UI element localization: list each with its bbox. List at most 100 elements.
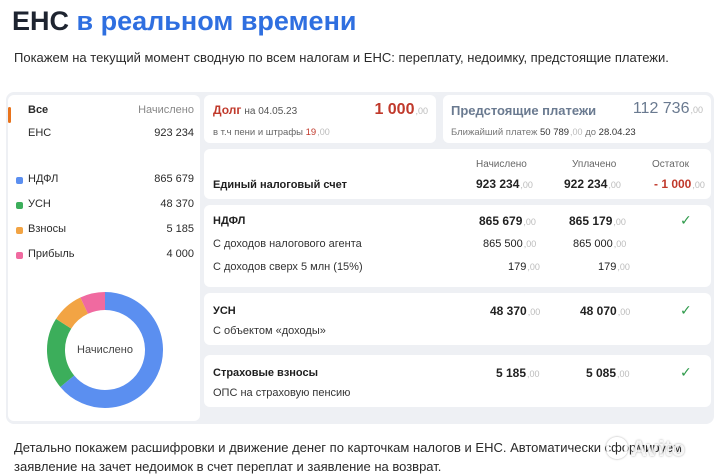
sidebar-item-usn[interactable]: УСН 48 370: [8, 194, 200, 216]
tax-paid: 865 179,00: [569, 214, 626, 228]
tax-paid-value: 48 070: [580, 304, 617, 318]
tax-card-usn[interactable]: УСН 48 370,00 48 070,00 ✓ С объектом «до…: [204, 293, 711, 345]
tax-line-accrued-cents: ,00: [523, 239, 537, 249]
upcoming-next-value: 50 789: [539, 127, 570, 138]
tax-card-insurance[interactable]: Страховые взносы 5 185,00 5 085,00 ✓ ОПС…: [204, 355, 711, 407]
sidebar-item-vznosy[interactable]: Взносы 5 185: [8, 219, 200, 241]
upcoming-amount-value: 112 736: [632, 100, 690, 117]
tax-paid-cents: ,00: [613, 217, 626, 227]
sidebar-item-pribyl[interactable]: Прибыль 4 000: [8, 244, 200, 266]
debt-penalties-value: 19: [305, 127, 317, 138]
debt-amount-value: 1 000: [374, 101, 415, 118]
tax-line-accrued: 179,00: [508, 261, 540, 273]
tax-accrued-value: 5 185: [496, 366, 527, 380]
upcoming-next-payment: Ближайший платеж 50 789,00 до 28.04.23: [451, 127, 636, 138]
tax-line-label: ОПС на страховую пенсию: [213, 387, 351, 399]
tax-line-paid: 865 000,00: [573, 238, 626, 250]
upcoming-title: Предстоящие платежи: [451, 103, 597, 118]
upcoming-payments-card[interactable]: Предстоящие платежи 112 736,00 Ближайший…: [443, 95, 711, 143]
debt-date: на 04.05.23: [244, 106, 297, 117]
debt-amount: 1 000,00: [374, 101, 428, 119]
donut-slice-vznosy[interactable]: [56, 297, 89, 329]
page-title-ens: ЕНС: [12, 6, 70, 36]
tax-accrued-value: 865 679: [479, 214, 523, 228]
column-header-paid: Уплачено: [572, 159, 617, 170]
paid-check-icon: ✓: [680, 364, 692, 380]
tax-paid-cents: ,00: [617, 369, 630, 379]
tax-accrued: 48 370,00: [490, 304, 540, 318]
sidebar-column-header: Начислено: [138, 104, 194, 116]
sidebar-item-label: Взносы: [28, 223, 66, 235]
upcoming-next-label: Ближайший платеж: [451, 127, 538, 138]
tax-paid-value: 865 179: [569, 214, 613, 228]
avito-watermark: Avito: [606, 436, 685, 462]
tax-paid: 5 085,00: [586, 366, 630, 380]
avito-logo-icon: [606, 437, 628, 459]
tax-line-accrued-value: 865 500: [483, 238, 523, 250]
sidebar-item-value: 865 679: [154, 173, 194, 185]
sidebar-item-label: Прибыль: [28, 248, 75, 260]
tax-sidebar: Все Начислено ЕНС 923 234 НДФЛ 865 679 У…: [8, 95, 200, 421]
ens-account-card[interactable]: Начислено Уплачено Остаток Единый налого…: [204, 149, 711, 199]
tax-line-paid-cents: ,00: [617, 262, 630, 272]
sidebar-item-label: Все: [28, 104, 49, 116]
ens-balance-value: - 1 000: [654, 177, 692, 191]
upcoming-amount-cents: ,00: [690, 105, 703, 115]
debt-penalties-label: в т.ч пени и штрафы: [213, 127, 303, 138]
debt-date-prefix: на: [244, 106, 256, 117]
sidebar-item-value: 923 234: [154, 127, 194, 139]
sidebar-item-value: 48 370: [160, 198, 194, 210]
page-title-realtime: в реальном времени: [76, 6, 357, 36]
ens-accrued-value: 923 234: [476, 177, 520, 191]
tax-line-accrued-value: 179: [508, 261, 527, 273]
tax-line-label: С объектом «доходы»: [213, 325, 326, 337]
tax-accrued-cents: ,00: [527, 307, 541, 317]
tax-line-paid: 179,00: [598, 261, 630, 273]
column-header-accrued: Начислено: [476, 159, 527, 170]
upcoming-amount: 112 736,00: [633, 100, 703, 118]
tax-card-ndfl[interactable]: НДФЛ 865 679,00 865 179,00 ✓ С доходов н…: [204, 205, 711, 287]
sidebar-item-ndfl[interactable]: НДФЛ 865 679: [8, 169, 200, 191]
legend-swatch: [16, 227, 23, 234]
ens-accrued: 923 234,00: [476, 177, 533, 191]
avito-watermark-text: Avito: [631, 436, 686, 461]
ens-balance-cents: ,00: [692, 180, 705, 190]
tax-accrued-cents: ,00: [523, 217, 536, 227]
sidebar-item-all[interactable]: Все Начислено: [8, 100, 200, 123]
debt-penalties-cents: ,00: [317, 127, 330, 137]
upcoming-next-cents: ,00: [570, 127, 583, 137]
sidebar-item-label: НДФЛ: [28, 173, 59, 185]
sidebar-item-value: 4 000: [166, 248, 194, 260]
tax-line-paid-value: 179: [598, 261, 617, 273]
donut-slice-pribyl[interactable]: [80, 292, 106, 314]
tax-accrued-cents: ,00: [527, 369, 540, 379]
sidebar-item-ens[interactable]: ЕНС 923 234: [8, 123, 200, 145]
tax-line-accrued-cents: ,00: [527, 262, 540, 272]
debt-card[interactable]: Долг на 04.05.23 1 000,00 в т.ч пени и шт…: [204, 95, 436, 143]
legend-swatch: [16, 252, 23, 259]
paid-check-icon: ✓: [680, 302, 692, 318]
ens-name: Единый налоговый счет: [213, 179, 347, 191]
debt-penalties: в т.ч пени и штрафы 19,00: [213, 127, 330, 138]
legend-swatch: [16, 202, 23, 209]
tax-accrued: 5 185,00: [496, 366, 540, 380]
legend-swatch: [16, 177, 23, 184]
debt-date-value: 04.05.23: [258, 106, 298, 117]
upcoming-next-date: 28.04.23: [598, 127, 636, 138]
tax-line-paid-cents: ,00: [613, 239, 627, 249]
tax-name: Страховые взносы: [213, 367, 319, 379]
ens-paid-value: 922 234: [564, 177, 608, 191]
sidebar-item-value: 5 185: [166, 223, 194, 235]
tax-line-label: С доходов сверх 5 млн (15%): [213, 261, 363, 273]
debt-amount-cents: ,00: [415, 106, 428, 116]
tax-line-paid-value: 865 000: [573, 238, 613, 250]
tax-paid: 48 070,00: [580, 304, 630, 318]
dashboard-panel: Все Начислено ЕНС 923 234 НДФЛ 865 679 У…: [6, 92, 714, 424]
tax-line-accrued: 865 500,00: [483, 238, 536, 250]
tax-accrued-value: 48 370: [490, 304, 527, 318]
tax-line-label: С доходов налогового агента: [213, 238, 362, 250]
debt-title: Долг на 04.05.23: [213, 103, 297, 117]
sidebar-active-marker: [8, 107, 11, 123]
page-subtitle: Покажем на текущий момент сводную по все…: [14, 50, 669, 65]
tax-paid-cents: ,00: [617, 307, 631, 317]
